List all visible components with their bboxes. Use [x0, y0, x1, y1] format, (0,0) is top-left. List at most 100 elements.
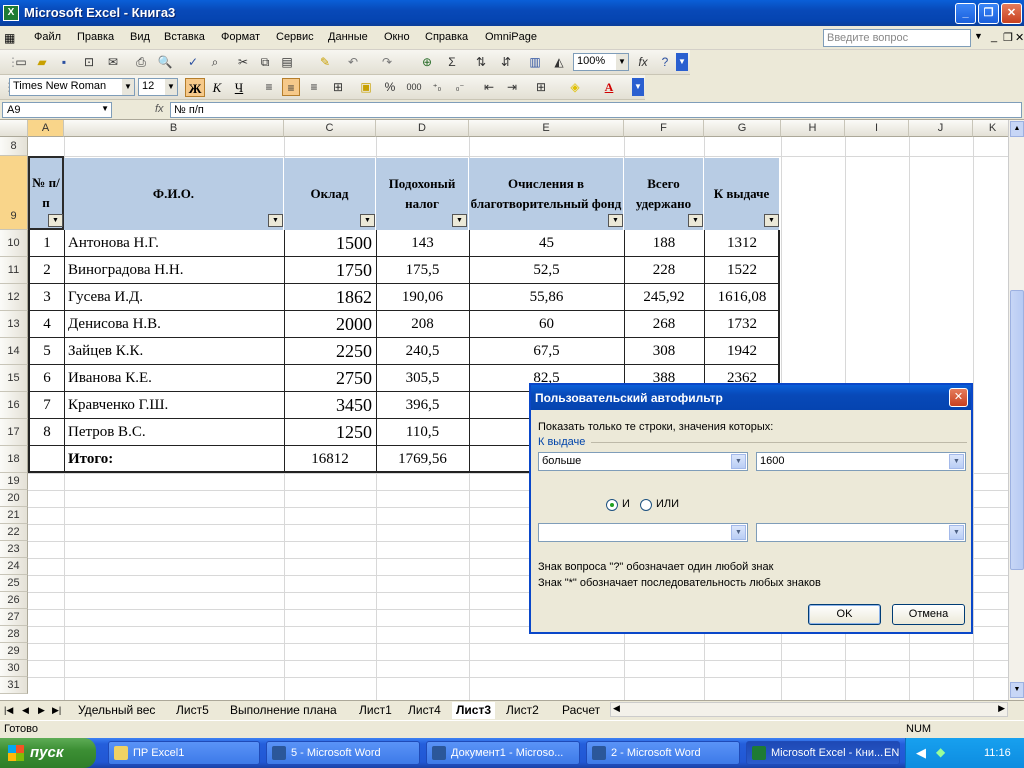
borders-icon[interactable]: ⊞ — [532, 78, 550, 96]
chevron-down-icon[interactable]: ▼ — [949, 525, 964, 540]
row-header[interactable]: 23 — [0, 541, 28, 558]
row-header[interactable]: 31 — [0, 677, 28, 694]
cell-withheld[interactable]: 308 — [624, 338, 704, 364]
next-sheet-icon[interactable]: ▶ — [38, 702, 45, 719]
help-icon[interactable]: ? — [656, 53, 674, 71]
minimize-button[interactable]: _ — [955, 3, 976, 24]
first-sheet-icon[interactable]: |◀ — [4, 702, 13, 719]
tab-list3[interactable]: Лист3 — [452, 702, 496, 719]
cell-withheld[interactable]: 228 — [624, 257, 704, 283]
select-all-corner[interactable] — [0, 120, 28, 137]
tab-list1[interactable]: Лист1 — [359, 702, 392, 719]
doc-icon[interactable]: ▦ — [4, 31, 15, 45]
start-button[interactable]: пуск — [0, 738, 96, 768]
scroll-right-icon[interactable]: ▶ — [998, 703, 1005, 714]
cell-no[interactable]: 2 — [30, 257, 64, 283]
merge-center-icon[interactable]: ⊞ — [329, 78, 347, 96]
cell-salary[interactable]: 2000 — [284, 311, 372, 337]
autosum-icon[interactable]: Σ — [443, 53, 461, 71]
copy-icon[interactable]: ⧉ — [256, 53, 274, 71]
chevron-down-icon[interactable]: ▼ — [165, 79, 177, 95]
scroll-thumb[interactable] — [1010, 290, 1024, 570]
align-left-icon[interactable]: ≡ — [260, 78, 278, 96]
column-header-g[interactable]: G — [704, 120, 781, 137]
chevron-down-icon[interactable]: ▼ — [731, 525, 746, 540]
help-dropdown-icon[interactable]: ▼ — [974, 31, 983, 41]
font-combo[interactable]: Times New Roman ▼ — [9, 78, 135, 96]
percent-button[interactable]: % — [381, 78, 399, 96]
align-center-icon[interactable]: ≡ — [282, 78, 300, 96]
menu-help[interactable]: Справка — [425, 31, 468, 43]
scroll-up-icon[interactable]: ▲ — [1010, 121, 1024, 137]
column-header-j[interactable]: J — [909, 120, 973, 137]
tab-list2[interactable]: Лист2 — [506, 702, 539, 719]
cell-name[interactable]: Виноградова Н.Н. — [68, 257, 282, 283]
cut-icon[interactable]: ✂ — [234, 53, 252, 71]
help-search-input[interactable]: Введите вопрос — [823, 29, 971, 47]
new-icon[interactable]: ▭ — [12, 53, 30, 71]
menu-insert[interactable]: Вставка — [164, 31, 205, 43]
tab-vypolnenie-plana[interactable]: Выполнение плана — [230, 702, 337, 719]
redo-icon[interactable]: ↷ — [378, 53, 396, 71]
cell-charity[interactable]: 52,5 — [469, 257, 624, 283]
row-header[interactable]: 19 — [0, 473, 28, 490]
row-header[interactable]: 13 — [0, 311, 28, 338]
thousands-button[interactable]: 000 — [403, 78, 425, 96]
doc-minimize-button[interactable]: _ — [991, 31, 997, 43]
currency-icon[interactable]: ▣ — [357, 78, 375, 96]
menu-data[interactable]: Данные — [328, 31, 368, 43]
row-header[interactable]: 10 — [0, 230, 28, 257]
column-header-b[interactable]: B — [64, 120, 284, 137]
cell-salary[interactable]: 1500 — [284, 230, 372, 256]
cell-payout[interactable]: 1732 — [704, 311, 780, 337]
total-label[interactable]: Итого: — [68, 446, 282, 472]
row-header[interactable]: 26 — [0, 592, 28, 609]
insert-function-icon[interactable]: fx — [634, 53, 652, 71]
tab-udelny-ves[interactable]: Удельный вес — [78, 702, 155, 719]
autofilter-dropdown-icon[interactable]: ▼ — [688, 214, 703, 227]
task-word-5[interactable]: 5 - Microsoft Word — [266, 741, 420, 765]
or-radio[interactable] — [640, 499, 652, 511]
tab-list4[interactable]: Лист4 — [408, 702, 441, 719]
row-header[interactable]: 27 — [0, 609, 28, 626]
chart-wizard-icon[interactable]: ▥ — [526, 53, 544, 71]
or-radio-label[interactable]: ИЛИ — [656, 498, 679, 510]
autofilter-dropdown-icon[interactable]: ▼ — [48, 214, 63, 227]
cell-name[interactable]: Петров В.С. — [68, 419, 282, 445]
cell-charity[interactable]: 55,86 — [469, 284, 624, 310]
decrease-indent-icon[interactable]: ⇤ — [480, 78, 498, 96]
task-word-doc1[interactable]: Документ1 - Microso... — [426, 741, 580, 765]
chevron-down-icon[interactable]: ▼ — [101, 104, 109, 113]
format-painter-icon[interactable]: ✎ — [316, 53, 334, 71]
cell-no[interactable]: 5 — [30, 338, 64, 364]
row-header[interactable]: 24 — [0, 558, 28, 575]
underline-button[interactable]: Ч — [229, 78, 249, 97]
task-excel-book[interactable]: Microsoft Excel - Кни... — [746, 741, 900, 765]
cell-name[interactable]: Кравченко Г.Ш. — [68, 392, 282, 418]
cell-no[interactable]: 3 — [30, 284, 64, 310]
column-header-d[interactable]: D — [376, 120, 469, 137]
column-header-h[interactable]: H — [781, 120, 845, 137]
cell-no[interactable]: 6 — [30, 365, 64, 391]
column-header-a[interactable]: A — [28, 120, 64, 137]
doc-restore-button[interactable]: ❐ — [1003, 31, 1013, 44]
tab-raschet[interactable]: Расчет — [562, 702, 600, 719]
scroll-left-icon[interactable]: ◀ — [613, 703, 620, 714]
cell-withheld[interactable]: 188 — [624, 230, 704, 256]
autofilter-dropdown-icon[interactable]: ▼ — [268, 214, 283, 227]
close-button[interactable]: ✕ — [1001, 3, 1022, 24]
row-header[interactable]: 28 — [0, 626, 28, 643]
row-header[interactable]: 20 — [0, 490, 28, 507]
undo-icon[interactable]: ↶ — [344, 53, 362, 71]
column-header-c[interactable]: C — [284, 120, 376, 137]
name-box[interactable]: A9 ▼ — [2, 102, 112, 118]
autofilter-dropdown-icon[interactable]: ▼ — [360, 214, 375, 227]
row-header[interactable]: 22 — [0, 524, 28, 541]
cell-name[interactable]: Иванова К.Е. — [68, 365, 282, 391]
cell-salary[interactable]: 2750 — [284, 365, 372, 391]
menu-file[interactable]: Файл — [34, 31, 61, 43]
cell-payout[interactable]: 1616,08 — [704, 284, 780, 310]
operator2-select[interactable]: ▼ — [538, 523, 748, 542]
cell-withheld[interactable]: 268 — [624, 311, 704, 337]
email-icon[interactable]: ✉ — [104, 53, 122, 71]
